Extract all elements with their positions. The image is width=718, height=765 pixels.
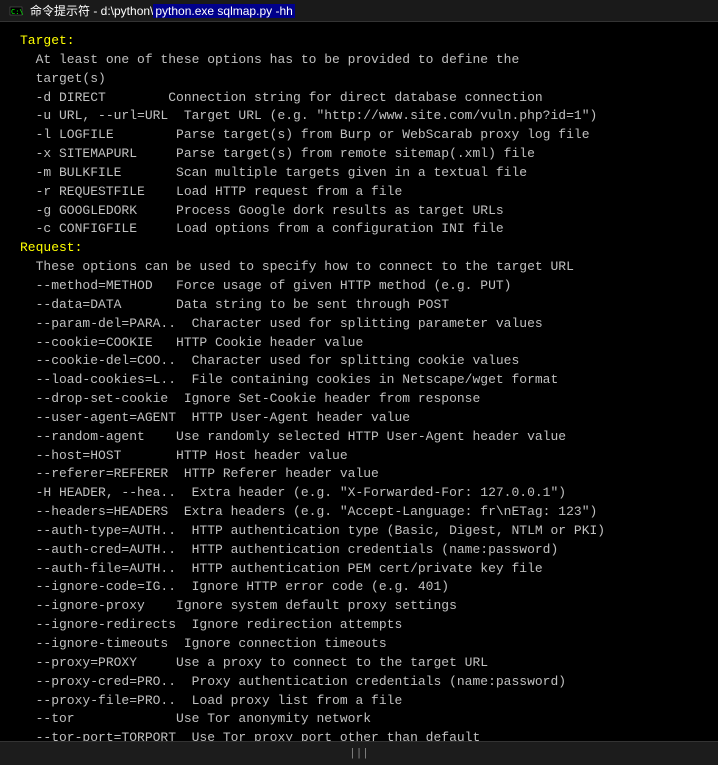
terminal-line: --cookie-del=COO.. Character used for sp… <box>20 352 698 371</box>
title-bar: C:\ 命令提示符 - d:\python\python.exe sqlmap.… <box>0 0 718 22</box>
terminal-line: --ignore-redirects Ignore redirection at… <box>20 616 698 635</box>
terminal-line: --cookie=COOKIE HTTP Cookie header value <box>20 334 698 353</box>
window: C:\ 命令提示符 - d:\python\python.exe sqlmap.… <box>0 0 718 765</box>
terminal-line: --ignore-proxy Ignore system default pro… <box>20 597 698 616</box>
terminal-line: These options can be used to specify how… <box>20 258 698 277</box>
terminal-line: -g GOOGLEDORK Process Google dork result… <box>20 202 698 221</box>
terminal-line: --auth-cred=AUTH.. HTTP authentication c… <box>20 541 698 560</box>
terminal-line: -d DIRECT Connection string for direct d… <box>20 89 698 108</box>
terminal-line: --headers=HEADERS Extra headers (e.g. "A… <box>20 503 698 522</box>
terminal-line: --auth-file=AUTH.. HTTP authentication P… <box>20 560 698 579</box>
terminal-line: -u URL, --url=URL Target URL (e.g. "http… <box>20 107 698 126</box>
terminal-line: --load-cookies=L.. File containing cooki… <box>20 371 698 390</box>
terminal-line: --ignore-timeouts Ignore connection time… <box>20 635 698 654</box>
terminal-line: --auth-type=AUTH.. HTTP authentication t… <box>20 522 698 541</box>
title-bar-text: 命令提示符 - d:\python\python.exe sqlmap.py -… <box>30 2 295 19</box>
terminal-line: -H HEADER, --hea.. Extra header (e.g. "X… <box>20 484 698 503</box>
terminal-line: --drop-set-cookie Ignore Set-Cookie head… <box>20 390 698 409</box>
terminal-line: --tor-port=TORPORT Use Tor proxy port ot… <box>20 729 698 741</box>
terminal-line: At least one of these options has to be … <box>20 51 698 70</box>
terminal-line: -x SITEMAPURL Parse target(s) from remot… <box>20 145 698 164</box>
terminal-line: --tor Use Tor anonymity network <box>20 710 698 729</box>
terminal-line: --method=METHOD Force usage of given HTT… <box>20 277 698 296</box>
terminal-line: --proxy=PROXY Use a proxy to connect to … <box>20 654 698 673</box>
terminal-line: --param-del=PARA.. Character used for sp… <box>20 315 698 334</box>
terminal-line: -l LOGFILE Parse target(s) from Burp or … <box>20 126 698 145</box>
terminal-line: --user-agent=AGENT HTTP User-Agent heade… <box>20 409 698 428</box>
terminal: Target: At least one of these options ha… <box>0 22 718 741</box>
taskbar-dots: ||| <box>349 748 369 760</box>
terminal-line: -c CONFIGFILE Load options from a config… <box>20 220 698 239</box>
svg-text:C:\: C:\ <box>11 8 23 16</box>
terminal-line: Target: <box>20 32 698 51</box>
terminal-line: --host=HOST HTTP Host header value <box>20 447 698 466</box>
terminal-line: target(s) <box>20 70 698 89</box>
terminal-line: --proxy-file=PRO.. Load proxy list from … <box>20 692 698 711</box>
terminal-line: -r REQUESTFILE Load HTTP request from a … <box>20 183 698 202</box>
cmd-icon: C:\ <box>8 3 24 19</box>
terminal-line: -m BULKFILE Scan multiple targets given … <box>20 164 698 183</box>
taskbar: ||| <box>0 741 718 765</box>
terminal-line: --proxy-cred=PRO.. Proxy authentication … <box>20 673 698 692</box>
terminal-line: --data=DATA Data string to be sent throu… <box>20 296 698 315</box>
terminal-line: --referer=REFERER HTTP Referer header va… <box>20 465 698 484</box>
terminal-line: --ignore-code=IG.. Ignore HTTP error cod… <box>20 578 698 597</box>
terminal-line: Request: <box>20 239 698 258</box>
terminal-line: --random-agent Use randomly selected HTT… <box>20 428 698 447</box>
